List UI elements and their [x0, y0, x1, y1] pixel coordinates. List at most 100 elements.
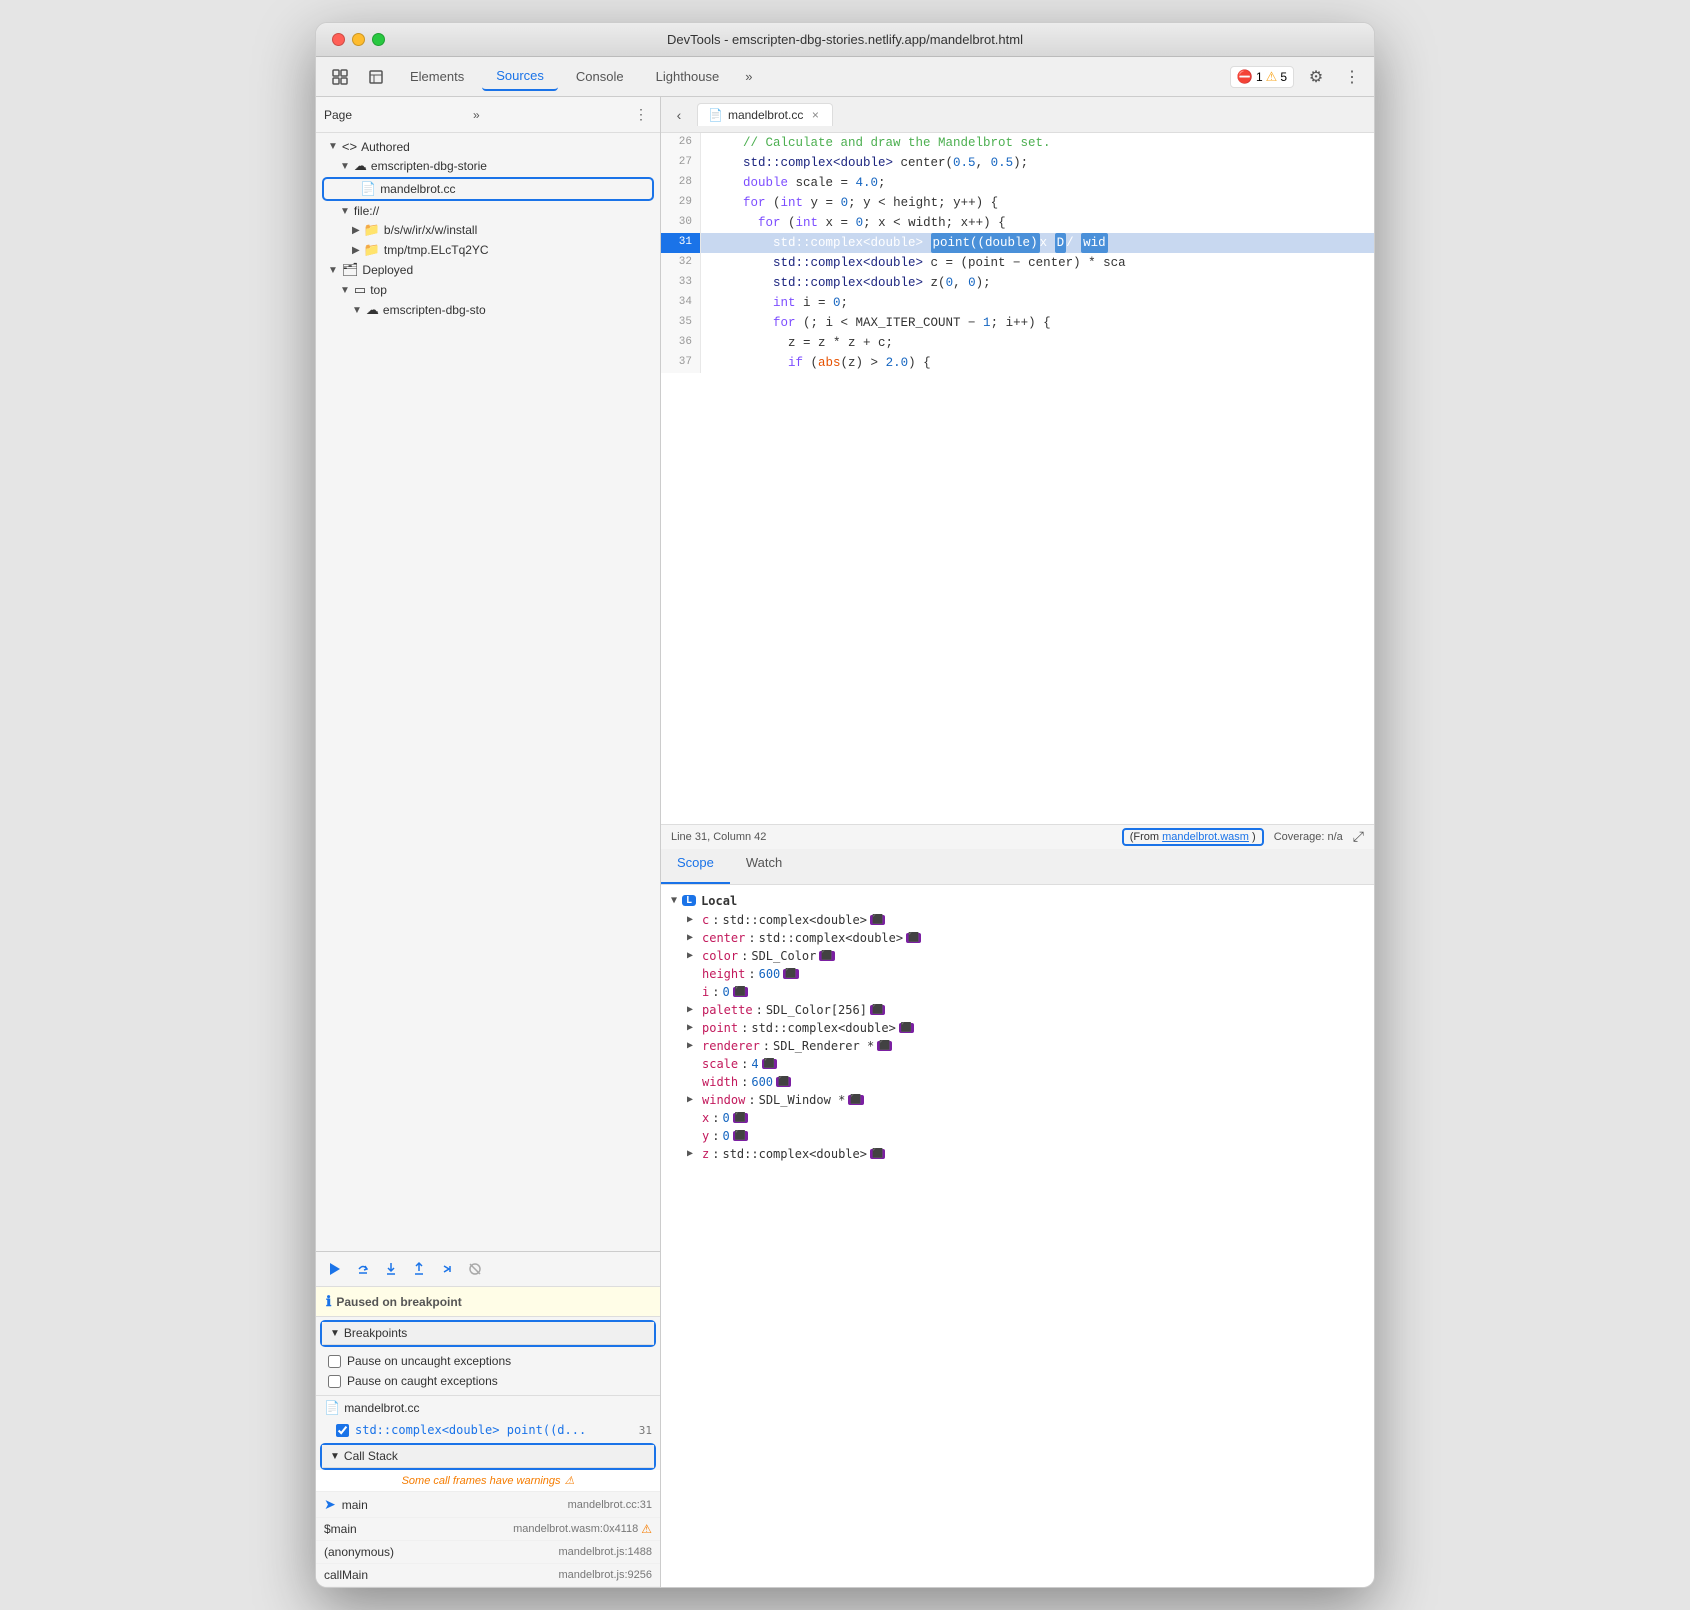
scope-sep: :	[748, 931, 755, 945]
scope-item-scale[interactable]: scale : 4⬛	[661, 1055, 1374, 1073]
callstack-label: Call Stack	[344, 1449, 398, 1463]
call-frame-callmain[interactable]: callMain mandelbrot.js:9256	[316, 1564, 660, 1587]
pause-uncaught-option[interactable]: Pause on uncaught exceptions	[316, 1351, 660, 1371]
scope-val: std::complex<double>⬛	[759, 931, 922, 945]
close-tab-button[interactable]: ×	[808, 108, 822, 122]
pause-uncaught-checkbox[interactable]	[328, 1355, 341, 1368]
scope-item-z[interactable]: ▶ z : std::complex<double>⬛	[661, 1145, 1374, 1163]
pause-caught-label: Pause on caught exceptions	[347, 1374, 498, 1388]
main-content: Page » ⋮ ▼ <> Authored ▼ ☁ emscripten-db…	[316, 97, 1374, 1587]
scope-item-x[interactable]: x : 0⬛	[661, 1109, 1374, 1127]
info-icon: ℹ	[326, 1293, 331, 1310]
scope-key: y	[702, 1129, 709, 1143]
step-out-button[interactable]	[408, 1258, 430, 1280]
tab-watch[interactable]: Watch	[730, 849, 798, 884]
call-frame-dollar-main[interactable]: $main mandelbrot.wasm:0x4118 ⚠	[316, 1518, 660, 1541]
line-number: 30	[661, 213, 701, 233]
folder-icon: 📁	[364, 242, 380, 258]
debug-toolbar	[316, 1252, 660, 1287]
breakpoint-file[interactable]: 📄 mandelbrot.cc	[316, 1396, 660, 1420]
tree-item-emscripten-deployed[interactable]: ▼ ☁ emscripten-dbg-sto	[316, 300, 660, 320]
close-button[interactable]	[332, 33, 345, 46]
expand-icon: ▶	[687, 1094, 697, 1105]
sidebar-more[interactable]: »	[473, 108, 622, 122]
deactivate-button[interactable]	[464, 1258, 486, 1280]
scope-item-point[interactable]: ▶ point : std::complex<double>⬛	[661, 1019, 1374, 1037]
paused-info: ℹ Paused on breakpoint	[316, 1287, 660, 1317]
step-button[interactable]	[436, 1258, 458, 1280]
expand-icon[interactable]: ⤢	[1353, 828, 1364, 845]
scope-group-header[interactable]: ▼ L Local	[661, 891, 1374, 911]
traffic-lights	[332, 33, 385, 46]
pause-caught-option[interactable]: Pause on caught exceptions	[316, 1371, 660, 1391]
more-tabs-button[interactable]: »	[737, 63, 760, 90]
scope-item-i[interactable]: i : 0⬛	[661, 983, 1374, 1001]
tree-item-top[interactable]: ▼ ▭ top	[316, 280, 660, 300]
scope-item-renderer[interactable]: ▶ renderer : SDL_Renderer *⬛	[661, 1037, 1374, 1055]
step-into-button[interactable]	[380, 1258, 402, 1280]
breakpoint-entry[interactable]: std::complex<double> point((d... 31	[316, 1420, 660, 1440]
sidebar-menu-button[interactable]: ⋮	[630, 104, 652, 126]
file-sidebar: Page » ⋮ ▼ <> Authored ▼ ☁ emscripten-db…	[316, 97, 661, 1587]
maximize-button[interactable]	[372, 33, 385, 46]
pause-caught-checkbox[interactable]	[328, 1375, 341, 1388]
tab-elements[interactable]: Elements	[396, 63, 478, 90]
code-area[interactable]: 26 // Calculate and draw the Mandelbrot …	[661, 133, 1374, 824]
scope-val: std::complex<double>⬛	[722, 913, 885, 927]
tab-console[interactable]: Console	[562, 63, 638, 90]
call-frame-anonymous[interactable]: (anonymous) mandelbrot.js:1488	[316, 1541, 660, 1564]
from-wasm-link[interactable]: mandelbrot.wasm	[1162, 831, 1249, 843]
line-content: for (int y = 0; y < height; y++) {	[701, 193, 1374, 213]
scope-item-y[interactable]: y : 0⬛	[661, 1127, 1374, 1145]
coverage-text: Coverage: n/a	[1274, 831, 1343, 843]
scope-key: palette	[702, 1003, 753, 1017]
callstack-section-header[interactable]: ▼ Call Stack	[322, 1445, 654, 1468]
scope-item-c[interactable]: ▶ c : std::complex<double>⬛	[661, 911, 1374, 929]
scope-item-center[interactable]: ▶ center : std::complex<double>⬛	[661, 929, 1374, 947]
navigate-history-button[interactable]: ‹	[665, 101, 693, 129]
bp-entry-checkbox[interactable]	[336, 1424, 349, 1437]
cursor-icon[interactable]	[324, 63, 356, 91]
tab-lighthouse[interactable]: Lighthouse	[642, 63, 734, 90]
code-line-37: 37 if (abs(z) > 2.0) {	[661, 353, 1374, 373]
expand-icon: ▶	[687, 914, 697, 925]
tree-item-authored[interactable]: ▼ <> Authored	[316, 137, 660, 156]
scope-item-color[interactable]: ▶ color : SDL_Color⬛	[661, 947, 1374, 965]
tree-item-tmp[interactable]: ▶ 📁 tmp/tmp.ELcTq2YC	[316, 240, 660, 260]
tree-item-bsw[interactable]: ▶ 📁 b/s/w/ir/x/w/install	[316, 220, 660, 240]
status-bar: Line 31, Column 42 (From mandelbrot.wasm…	[661, 824, 1374, 849]
code-line-29: 29 for (int y = 0; y < height; y++) {	[661, 193, 1374, 213]
scope-val: 4⬛	[751, 1057, 776, 1071]
minimize-button[interactable]	[352, 33, 365, 46]
from-wasm-badge[interactable]: (From mandelbrot.wasm )	[1122, 828, 1264, 846]
tree-item-file[interactable]: ▼ file://	[316, 202, 660, 220]
call-frame-main[interactable]: ➤ main mandelbrot.cc:31	[316, 1492, 660, 1518]
scope-item-width[interactable]: width : 600⬛	[661, 1073, 1374, 1091]
scope-item-height[interactable]: height : 600⬛	[661, 965, 1374, 983]
tree-toggle: ▼	[328, 141, 338, 152]
resume-button[interactable]	[324, 1258, 346, 1280]
tab-scope[interactable]: Scope	[661, 849, 730, 884]
step-over-button[interactable]	[352, 1258, 374, 1280]
scope-key: i	[702, 985, 709, 999]
folder-icon: 📁	[364, 222, 380, 238]
sidebar-controls: ⋮	[630, 104, 652, 126]
more-options-button[interactable]: ⋮	[1338, 63, 1366, 91]
scope-key: c	[702, 913, 709, 927]
code-tab-mandelbrot[interactable]: 📄 mandelbrot.cc ×	[697, 103, 833, 126]
scope-val: 600⬛	[759, 967, 799, 981]
tree-item-mandelbrot-cc[interactable]: 📄 mandelbrot.cc	[324, 179, 652, 199]
tree-item-deployed[interactable]: ▼ 🗂 Deployed	[316, 260, 660, 280]
cf-location: mandelbrot.js:1488	[558, 1546, 652, 1558]
inspector-icon[interactable]	[360, 63, 392, 91]
breakpoints-section-header[interactable]: ▼ Breakpoints	[322, 1322, 654, 1345]
paused-text: Paused on breakpoint	[336, 1295, 461, 1309]
settings-button[interactable]: ⚙	[1302, 63, 1330, 91]
section-toggle: ▼	[330, 1451, 340, 1462]
tab-sources[interactable]: Sources	[482, 62, 558, 91]
tree-toggle: ▼	[352, 305, 362, 316]
scope-item-palette[interactable]: ▶ palette : SDL_Color[256]⬛	[661, 1001, 1374, 1019]
cf-name: $main	[324, 1522, 513, 1536]
scope-item-window[interactable]: ▶ window : SDL_Window *⬛	[661, 1091, 1374, 1109]
tree-item-emscripten[interactable]: ▼ ☁ emscripten-dbg-storie	[316, 156, 660, 176]
